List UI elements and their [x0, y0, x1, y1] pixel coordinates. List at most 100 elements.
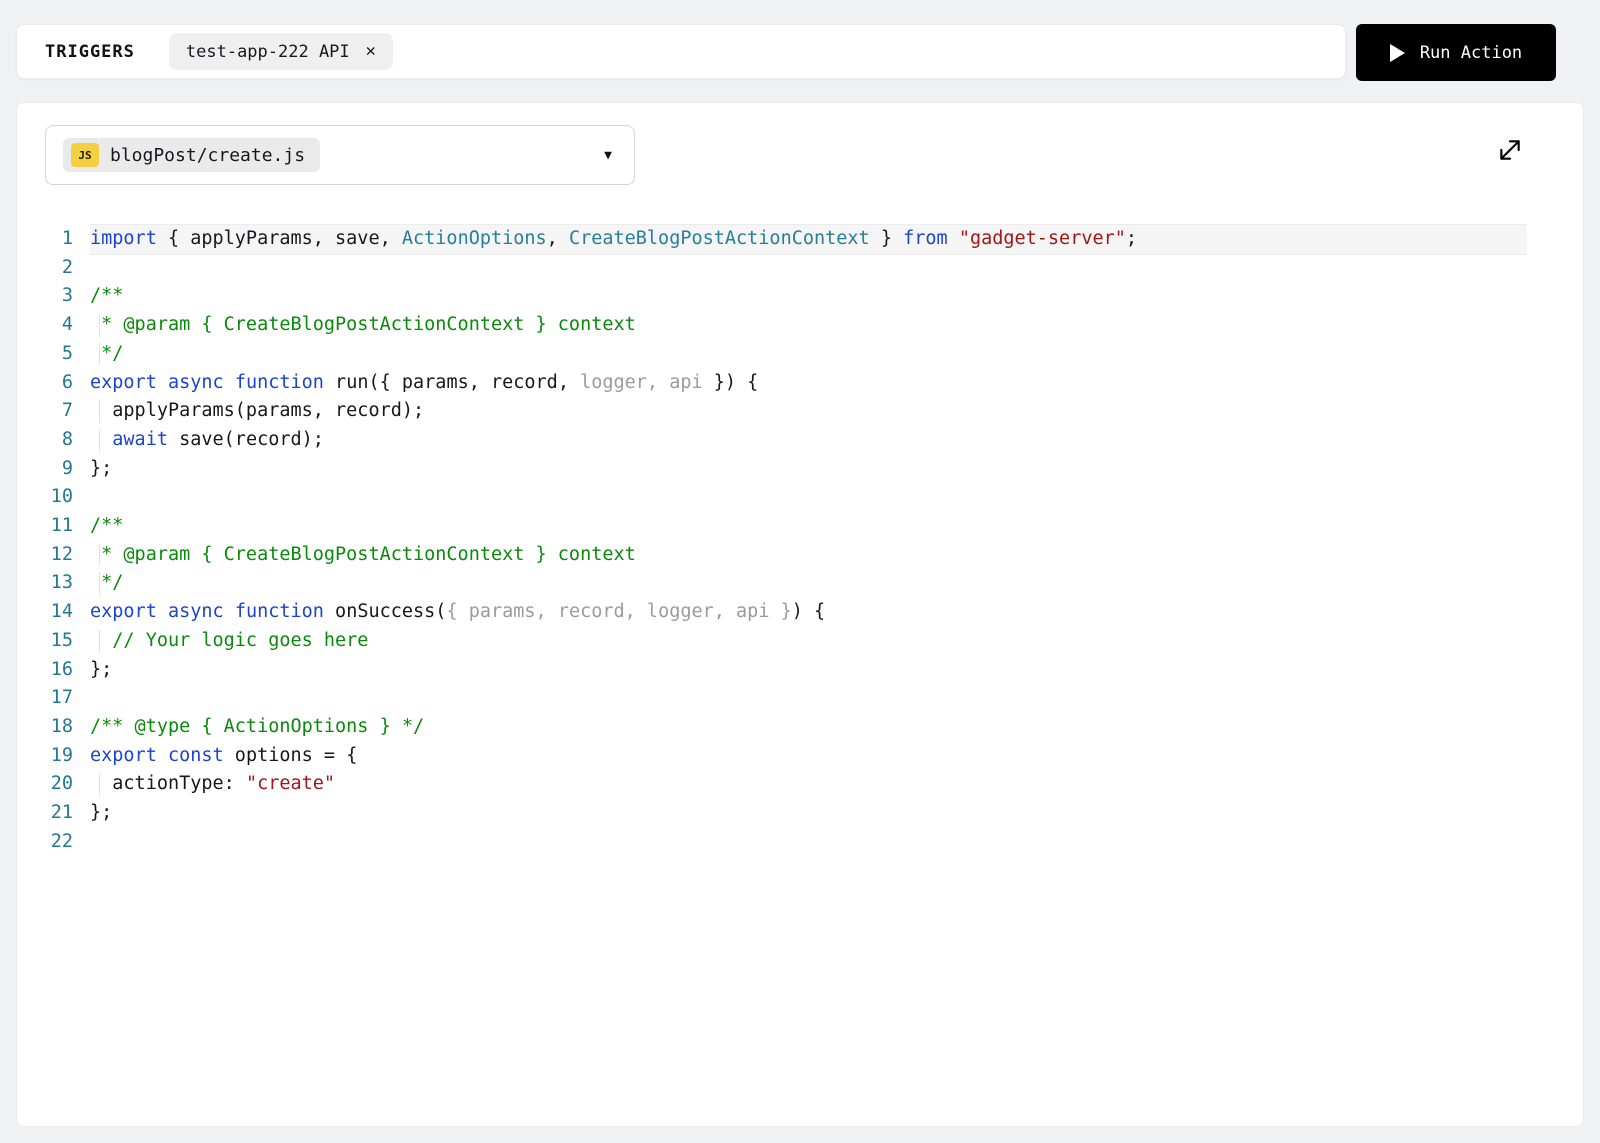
line-number[interactable]: 14: [17, 598, 90, 627]
code-token: };: [90, 658, 113, 680]
line-number[interactable]: 12: [17, 541, 90, 570]
code-token: }) {: [702, 371, 759, 393]
code-editor[interactable]: 1 import { applyParams, save, ActionOptio…: [17, 225, 1583, 856]
code-line[interactable]: 9};: [17, 455, 1527, 484]
code-token: ActionOptions: [401, 228, 547, 249]
code-text: /**: [90, 282, 1527, 311]
code-token: };: [90, 457, 113, 479]
code-token: export: [90, 601, 157, 623]
code-token: "gadget-server": [958, 228, 1126, 249]
line-number[interactable]: 20: [17, 770, 90, 799]
code-text: export const options = {: [90, 742, 1527, 771]
line-number[interactable]: 13: [17, 569, 90, 598]
line-number[interactable]: 17: [17, 684, 90, 713]
code-token: { applyParams, save,: [156, 228, 402, 249]
line-number[interactable]: 9: [17, 455, 90, 484]
line-number[interactable]: 22: [17, 828, 90, 857]
code-text: };: [90, 799, 1527, 828]
line-number[interactable]: 4: [17, 311, 90, 340]
code-line[interactable]: 15 // Your logic goes here: [17, 627, 1527, 656]
code-token: // Your logic goes here: [90, 629, 369, 651]
code-token: ) {: [791, 601, 826, 623]
line-number[interactable]: 11: [17, 512, 90, 541]
code-token: actionType:: [90, 773, 246, 795]
line-number[interactable]: 2: [17, 254, 90, 283]
line-number[interactable]: 10: [17, 483, 90, 512]
file-pill: JS blogPost/create.js: [63, 138, 321, 172]
code-line[interactable]: 11/**: [17, 512, 1527, 541]
line-number[interactable]: 6: [17, 369, 90, 398]
code-token: }: [869, 228, 904, 249]
indent-guide-line: [99, 428, 100, 452]
code-line[interactable]: 5 */: [17, 340, 1527, 369]
code-text: */: [90, 569, 1527, 598]
trigger-chip[interactable]: test-app-222 API ✕: [168, 33, 393, 70]
code-token: const: [167, 744, 224, 766]
code-text: };: [90, 455, 1527, 484]
line-number[interactable]: 7: [17, 397, 90, 426]
line-number[interactable]: 16: [17, 656, 90, 685]
code-line[interactable]: 1 import { applyParams, save, ActionOptio…: [17, 225, 1527, 254]
code-token: /** @type { ActionOptions } */: [90, 715, 425, 737]
line-number[interactable]: 3: [17, 282, 90, 311]
code-line[interactable]: 18/** @type { ActionOptions } */: [17, 713, 1527, 742]
code-line[interactable]: 21};: [17, 799, 1527, 828]
code-line[interactable]: 19 export const options = {: [17, 742, 1527, 771]
indent-guide-line: [99, 342, 100, 366]
code-line[interactable]: 2: [17, 254, 1527, 283]
line-number[interactable]: 1: [17, 225, 90, 254]
code-text: * @param { CreateBlogPostActionContext }…: [90, 311, 1527, 340]
indent-guide-line: [99, 629, 100, 653]
code-token: options = {: [223, 744, 358, 766]
code-text: applyParams(params, record);: [90, 397, 1527, 426]
code-token: async: [167, 601, 224, 623]
code-line[interactable]: 22: [17, 828, 1527, 857]
code-line[interactable]: 8 await save(record);: [17, 426, 1527, 455]
line-number[interactable]: 15: [17, 627, 90, 656]
code-token: run({ params, record,: [323, 371, 569, 393]
code-line[interactable]: 7 applyParams(params, record);: [17, 397, 1527, 426]
editor-panel: JS blogPost/create.js ▼ 1 import { applyP…: [16, 102, 1584, 1127]
code-text: /**: [90, 512, 1527, 541]
code-line[interactable]: 13 */: [17, 569, 1527, 598]
code-token: { params, record, logger, api }: [446, 601, 792, 623]
code-token: function: [234, 371, 324, 393]
code-line[interactable]: 10: [17, 483, 1527, 512]
code-line[interactable]: 17: [17, 684, 1527, 713]
code-line[interactable]: 12 * @param { CreateBlogPostActionContex…: [17, 541, 1527, 570]
code-text: // Your logic goes here: [90, 627, 1527, 656]
code-token: /**: [90, 515, 124, 537]
code-token: };: [90, 802, 113, 824]
close-icon[interactable]: ✕: [366, 43, 376, 60]
code-text: actionType: "create": [90, 770, 1527, 799]
indent-guide-line: [99, 773, 100, 797]
code-line[interactable]: 6 export async function run({ params, rec…: [17, 369, 1527, 398]
code-text: */: [90, 340, 1527, 369]
run-action-button[interactable]: Run Action: [1356, 24, 1556, 81]
line-number[interactable]: 8: [17, 426, 90, 455]
code-line[interactable]: 4 * @param { CreateBlogPostActionContext…: [17, 311, 1527, 340]
triggers-bar: TRIGGERS test-app-222 API ✕: [16, 24, 1346, 79]
line-number[interactable]: 18: [17, 713, 90, 742]
line-number[interactable]: 21: [17, 799, 90, 828]
code-lines: 1 import { applyParams, save, ActionOptio…: [17, 225, 1527, 856]
code-token: */: [90, 342, 124, 364]
javascript-icon: JS: [71, 143, 99, 167]
code-token: async: [167, 371, 224, 393]
line-number[interactable]: 19: [17, 742, 90, 771]
file-selector-dropdown[interactable]: JS blogPost/create.js ▼: [45, 125, 635, 185]
code-line[interactable]: 20 actionType: "create": [17, 770, 1527, 799]
code-line[interactable]: 3/**: [17, 282, 1527, 311]
top-bar: TRIGGERS test-app-222 API ✕ Run Action: [16, 24, 1556, 81]
code-line[interactable]: 14 export async function onSuccess({ para…: [17, 598, 1527, 627]
line-number[interactable]: 5: [17, 340, 90, 369]
code-line[interactable]: 16};: [17, 656, 1527, 685]
expand-editor-button[interactable]: [1497, 137, 1523, 163]
